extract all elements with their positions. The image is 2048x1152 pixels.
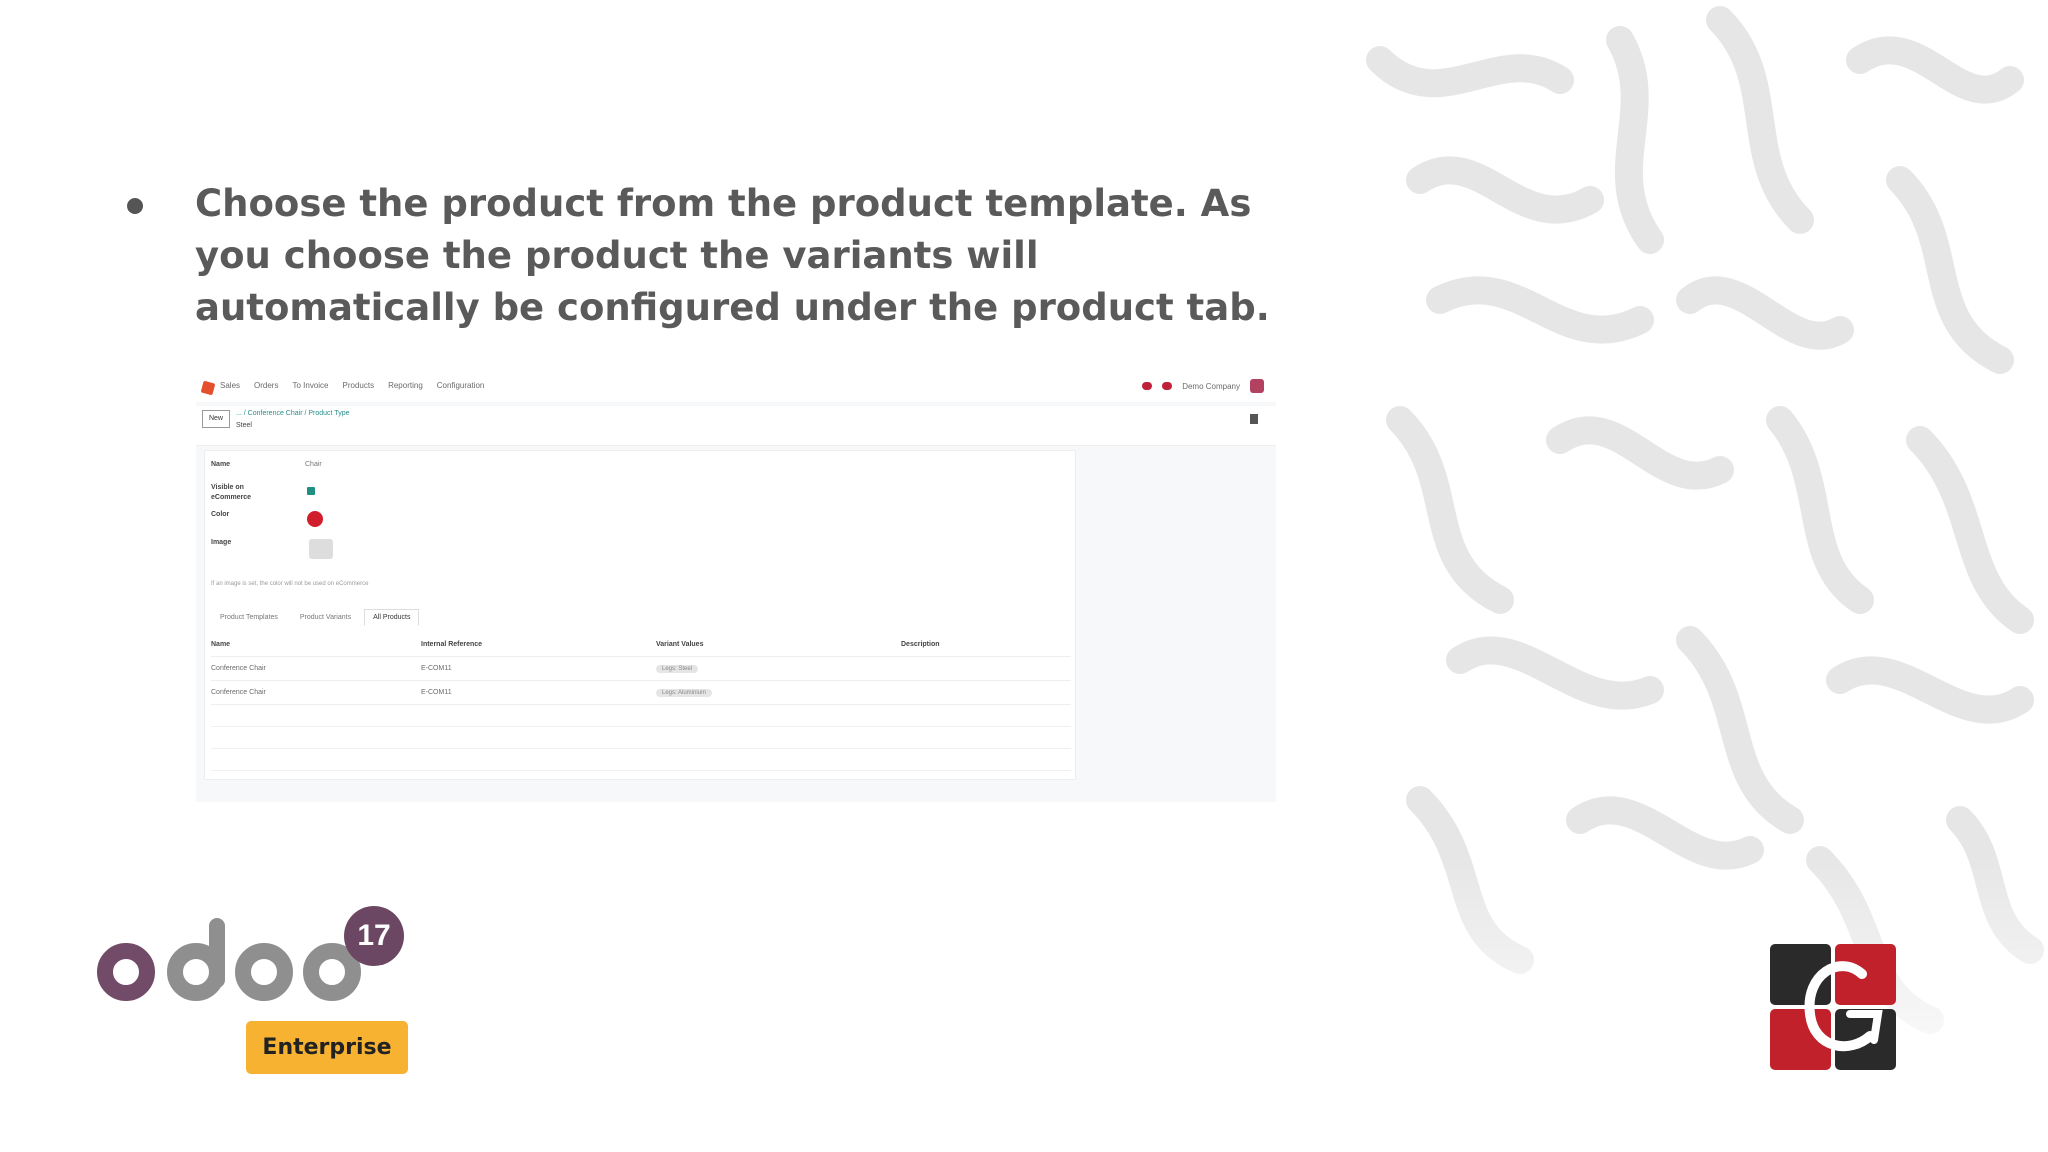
color-label: Color xyxy=(211,511,230,518)
form-sheet: Name Chair Visible on eCommerce Color Im… xyxy=(204,450,1076,780)
notebook-tabs: Product Templates Product Variants All P… xyxy=(211,609,420,626)
header-description[interactable]: Description xyxy=(901,641,1066,648)
chat-icon[interactable] xyxy=(1142,382,1153,390)
company-logo xyxy=(1770,944,1896,1070)
slide-bullet-text: Choose the product from the product temp… xyxy=(195,182,1270,329)
tab-product-variants[interactable]: Product Variants xyxy=(291,609,360,626)
table-row[interactable]: Conference Chair E-COM11 Legs: Aluminium xyxy=(211,681,1071,705)
table-header: Name Internal Reference Variant Values D… xyxy=(211,633,1071,657)
systray: Demo Company xyxy=(1142,379,1264,393)
activity-icon[interactable] xyxy=(1162,382,1173,390)
cell-ref: E-COM11 xyxy=(421,665,452,672)
menu-item[interactable]: Reporting xyxy=(388,381,423,390)
user-avatar[interactable] xyxy=(1250,379,1264,393)
control-panel: New ... / Conference Chair / Product Typ… xyxy=(196,406,1276,446)
visible-checkbox[interactable] xyxy=(307,487,315,495)
cell-name: Conference Chair xyxy=(211,689,266,696)
camera-icon[interactable] xyxy=(309,539,333,559)
version-badge: 17 xyxy=(344,906,404,966)
gear-icon[interactable] xyxy=(1250,414,1258,424)
menu-item[interactable]: Orders xyxy=(254,381,278,390)
menu-item[interactable]: Sales xyxy=(220,381,240,390)
name-value[interactable]: Chair xyxy=(305,461,322,468)
header-name[interactable]: Name xyxy=(211,641,421,648)
pattern-fade xyxy=(1360,852,2048,1152)
name-label: Name xyxy=(211,461,231,468)
visible-label: Visible on eCommerce xyxy=(211,484,252,501)
color-swatch[interactable] xyxy=(307,511,323,527)
enterprise-badge: Enterprise xyxy=(246,1021,408,1074)
cell-name: Conference Chair xyxy=(211,665,266,672)
header-variant-values[interactable]: Variant Values xyxy=(656,641,901,648)
sales-app-icon xyxy=(200,380,216,396)
products-table: Name Internal Reference Variant Values D… xyxy=(211,633,1071,771)
tab-product-templates[interactable]: Product Templates xyxy=(211,609,287,626)
new-button[interactable]: New xyxy=(202,410,230,428)
variant-pill: Legs: Aluminium xyxy=(656,689,713,697)
variant-pill: Legs: Steel xyxy=(656,665,699,673)
decorative-pattern xyxy=(1360,0,2048,1152)
tab-all-products[interactable]: All Products xyxy=(364,609,420,626)
table-row[interactable]: Conference Chair E-COM11 Legs: Steel xyxy=(211,657,1071,681)
menu-item[interactable]: Configuration xyxy=(437,381,485,390)
company-name[interactable]: Demo Company xyxy=(1182,382,1240,391)
odoo-screenshot: Sales Orders To Invoice Products Reporti… xyxy=(196,372,1276,802)
header-internal-reference[interactable]: Internal Reference xyxy=(421,641,656,648)
empty-row xyxy=(211,705,1071,727)
record-subtitle: Steel xyxy=(236,422,252,429)
main-menu: Sales Orders To Invoice Products Reporti… xyxy=(220,381,484,390)
bullet-point xyxy=(127,198,143,214)
empty-row xyxy=(211,749,1071,771)
image-hint: If an image is set, the color will not b… xyxy=(211,581,369,587)
empty-row xyxy=(211,727,1071,749)
image-label: Image xyxy=(211,539,232,546)
breadcrumb[interactable]: ... / Conference Chair / Product Type xyxy=(236,410,349,417)
menu-item[interactable]: Products xyxy=(343,381,375,390)
top-navbar: Sales Orders To Invoice Products Reporti… xyxy=(196,372,1276,402)
menu-item[interactable]: To Invoice xyxy=(292,381,328,390)
cell-ref: E-COM11 xyxy=(421,689,452,696)
